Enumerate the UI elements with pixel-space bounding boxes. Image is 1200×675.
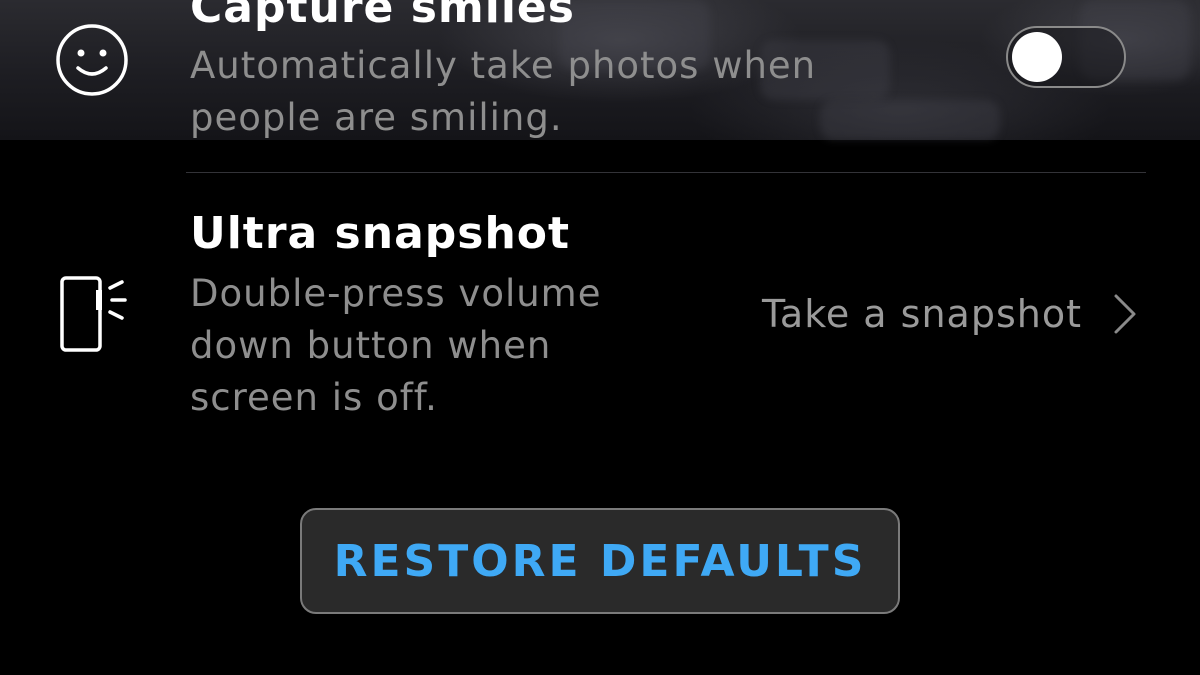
toggle-knob [1012, 32, 1062, 82]
capture-smiles-description-line-1: Automatically take photos when [190, 44, 817, 87]
capture-smiles-toggle[interactable] [1006, 26, 1126, 88]
ultra-snapshot-description-line-3: screen is off. [190, 376, 438, 419]
ultra-snapshot-value-label: Take a snapshot [761, 292, 1082, 336]
chevron-right-icon [1114, 294, 1136, 334]
capture-smiles-title: Capture smiles [190, 0, 575, 33]
ultra-snapshot-title: Ultra snapshot [190, 208, 571, 259]
ultra-snapshot-description-line-2: down button when [190, 324, 552, 367]
restore-defaults-button[interactable]: RESTORE DEFAULTS [300, 508, 900, 614]
smiley-face-icon [56, 24, 128, 96]
phone-volume-button-icon [60, 276, 127, 352]
camera-settings-screen: Capture smiles Automatically take photos… [0, 0, 1200, 675]
capture-smiles-description-line-2: people are smiling. [190, 96, 563, 139]
capture-smiles-row[interactable]: Capture smiles Automatically take photos… [0, 0, 1200, 172]
ultra-snapshot-description-line-1: Double-press volume [190, 272, 602, 315]
ultra-snapshot-value[interactable]: Take a snapshot [762, 292, 1142, 336]
